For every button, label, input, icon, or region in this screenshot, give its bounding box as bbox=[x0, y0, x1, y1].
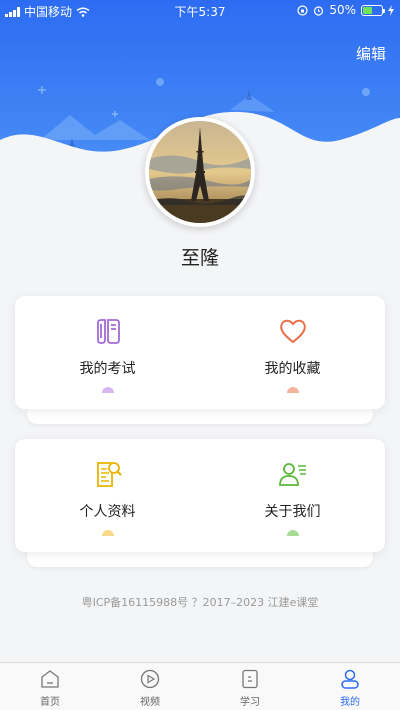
indicator-dot bbox=[101, 387, 114, 393]
card-exams-favorites: 我的考试 我的收藏 bbox=[15, 296, 385, 409]
my-favorites-label: 我的收藏 bbox=[264, 361, 321, 377]
profile-icon bbox=[341, 669, 359, 689]
profile-doc-icon bbox=[96, 462, 122, 487]
home-icon bbox=[41, 670, 59, 688]
exam-icon bbox=[96, 319, 120, 344]
tab-home[interactable]: 首页 bbox=[0, 663, 100, 710]
edit-button[interactable]: 编辑 bbox=[356, 43, 386, 64]
my-exams-item[interactable]: 我的考试 bbox=[15, 296, 200, 409]
about-us-icon bbox=[278, 463, 306, 486]
battery-percent: 50% bbox=[329, 3, 356, 17]
indicator-dot bbox=[286, 530, 299, 536]
indicator-dot bbox=[286, 387, 299, 393]
charging-icon bbox=[388, 4, 394, 16]
user-name: 至隆 bbox=[180, 247, 219, 269]
icp-footer-text: 粤ICP备16115988号 ？2017–2023 江建e课堂 bbox=[81, 596, 319, 609]
about-us-item[interactable]: 关于我们 bbox=[200, 439, 385, 552]
personal-info-item[interactable]: 个人资料 bbox=[15, 439, 200, 552]
personal-info-label: 个人资料 bbox=[79, 504, 136, 520]
tab-mine-label: 我的 bbox=[340, 697, 360, 708]
my-exams-label: 我的考试 bbox=[79, 361, 136, 377]
tab-study-label: 学习 bbox=[240, 697, 260, 708]
heart-icon bbox=[279, 319, 306, 344]
orientation-lock-icon bbox=[297, 4, 308, 16]
battery-icon bbox=[361, 4, 385, 16]
study-icon bbox=[242, 669, 258, 689]
tab-video[interactable]: 视频 bbox=[100, 663, 200, 710]
tab-home-label: 首页 bbox=[40, 697, 60, 708]
indicator-dot bbox=[101, 530, 114, 536]
about-us-label: 关于我们 bbox=[264, 504, 321, 520]
status-bar: 中国移动 下午5:37 50% bbox=[0, 0, 400, 20]
avatar-eiffel-tower-image bbox=[149, 121, 251, 223]
play-icon bbox=[140, 669, 160, 689]
bottom-tab-bar: 首页 视频 学习 我的 bbox=[0, 662, 400, 710]
card-profile-about: 个人资料 关于我们 bbox=[15, 439, 385, 552]
avatar[interactable] bbox=[145, 117, 255, 227]
alarm-icon bbox=[314, 5, 324, 16]
tab-study[interactable]: 学习 bbox=[200, 663, 300, 710]
tab-video-label: 视频 bbox=[140, 697, 160, 708]
my-favorites-item[interactable]: 我的收藏 bbox=[200, 296, 385, 409]
tab-mine[interactable]: 我的 bbox=[300, 663, 400, 710]
